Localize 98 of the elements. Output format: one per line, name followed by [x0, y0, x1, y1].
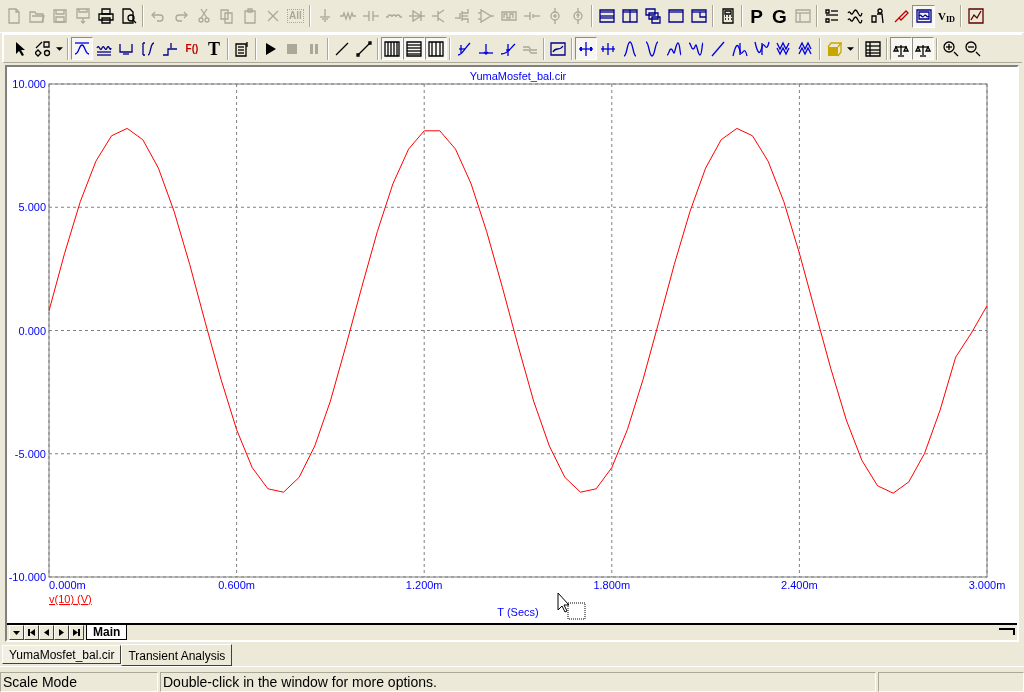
amplifier-icon: [477, 8, 494, 24]
printer-icon: [97, 8, 114, 24]
toolbar-button[interactable]: F(): [181, 37, 203, 60]
scope-icon: [915, 8, 932, 24]
zoom-out-icon: [965, 40, 981, 57]
caret-icon: [56, 46, 63, 51]
horizontal-cursor-icon: [578, 40, 594, 57]
toolbar-button[interactable]: P: [745, 4, 768, 28]
properties-icon: [234, 40, 250, 57]
scissors-icon: [195, 8, 212, 24]
chart-icon: [967, 8, 984, 24]
cursor-curve-icon: [456, 40, 472, 57]
curve-icon: [74, 40, 90, 57]
x-tick-label: 0.600m: [218, 579, 255, 591]
sheet-nav-button[interactable]: [24, 625, 39, 640]
status-text: Scale Mode: [0, 672, 158, 692]
document-tab[interactable]: YumaMosfet_bal.cir: [2, 645, 122, 664]
valleys-icon: [754, 40, 770, 57]
dimension-icon: [140, 40, 156, 57]
peak-icon: [622, 40, 638, 57]
table-icon: [865, 40, 881, 57]
toolbar-button[interactable]: G: [768, 4, 791, 28]
waves-icon: [846, 8, 863, 24]
toolbar-button[interactable]: [575, 37, 597, 60]
caret-icon: [847, 46, 854, 51]
cascade-icon: [644, 8, 661, 24]
peaks-icon: [732, 40, 748, 57]
toolbar-button[interactable]: [912, 37, 934, 60]
list-icon: [823, 8, 840, 24]
horizontal-cursor-icon: [600, 40, 616, 57]
grid-window-icon: [794, 8, 811, 24]
y-tick-label: -5.000: [14, 447, 46, 460]
probe-icon: [892, 8, 909, 24]
diode-icon: [408, 8, 425, 24]
sheet-tab[interactable]: Main: [86, 625, 128, 640]
square-wave-icon: [500, 8, 517, 24]
document-icon: [5, 8, 22, 24]
local-peak-icon: [666, 40, 682, 57]
vertical-split-icon: [621, 8, 638, 24]
dotted-grid-icon: [428, 40, 444, 57]
horizontal-grid-icon: [406, 40, 422, 57]
status-text: Double-click in the window for more options.: [160, 672, 876, 692]
horizontal-split-icon: [598, 8, 615, 24]
window-corner-icon: [690, 8, 707, 24]
step-icon: [162, 40, 178, 57]
toolbar-button[interactable]: [890, 37, 912, 60]
figure-icon: [869, 8, 886, 24]
calculator-icon: [719, 8, 736, 24]
legend-label[interactable]: v(10) (V): [49, 593, 92, 605]
toolbar-button[interactable]: [403, 37, 425, 60]
valley-icon: [644, 40, 660, 57]
sheet-nav-button[interactable]: [69, 625, 84, 640]
mosfet-icon: [454, 8, 471, 24]
multi-peak-icon: [798, 40, 814, 57]
copy-icon: [218, 8, 235, 24]
x-tick-label: 1.800m: [593, 579, 631, 591]
drag-cursor-icon: [557, 592, 586, 620]
vertical-grid-icon: [384, 40, 400, 57]
toolbar-button[interactable]: [381, 37, 403, 60]
toolbar-button[interactable]: V$_{ID}$: [935, 4, 958, 28]
x-tick-label: 2.400m: [781, 579, 818, 591]
line-icon: [334, 40, 350, 57]
y-tick-label: 0.000: [18, 324, 46, 337]
folder-icon: [28, 8, 45, 24]
sheet-nav-button[interactable]: [54, 625, 69, 640]
y-tick-label: 5.000: [18, 201, 46, 214]
toolbar-button[interactable]: [912, 4, 935, 28]
x-tick-label: 0.000m: [49, 579, 86, 591]
sheet-nav-button[interactable]: [39, 625, 54, 640]
line-points-icon: [356, 40, 372, 57]
toolbar-button[interactable]: T: [203, 37, 225, 60]
multi-valley-icon: [776, 40, 792, 57]
next-icon: [57, 628, 66, 637]
toolbar-button[interactable]: [425, 37, 447, 60]
x-tick-label: 3.000m: [968, 579, 1006, 591]
y-tick-label: -10.000: [8, 571, 46, 583]
capacitor-icon: [362, 8, 379, 24]
first-icon: [27, 628, 36, 637]
shapes-icon: [35, 40, 51, 57]
sheet-nav-button[interactable]: [9, 625, 24, 640]
document-tab[interactable]: Transient Analysis: [121, 644, 233, 666]
clipboard-icon: [241, 8, 258, 24]
disk-arrow-icon: [74, 8, 91, 24]
x-tick-label: 1.200m: [405, 579, 443, 591]
print-preview-icon: [120, 8, 137, 24]
cube-icon: [826, 40, 842, 57]
zoom-in-icon: [943, 40, 959, 57]
y-tick-label: 10.000: [12, 78, 46, 90]
previous-icon: [42, 628, 51, 637]
local-valley-icon: [688, 40, 704, 57]
slope-icon: [710, 40, 726, 57]
window-icon: [667, 8, 684, 24]
toolbar-button[interactable]: [71, 37, 93, 60]
chart-title: YumaMosfet_bal.cir: [469, 70, 567, 82]
caret-icon: [12, 628, 21, 637]
x-axis-label: T (Secs): [497, 606, 539, 618]
scope-edit-icon: [550, 40, 566, 57]
last-icon: [72, 628, 81, 637]
